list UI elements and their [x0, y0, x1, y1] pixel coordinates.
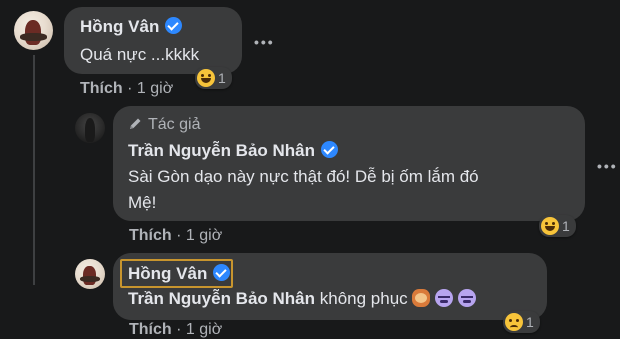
comment-meta: Thích · 1 giờ — [80, 80, 173, 98]
author-badge: Tác giả — [128, 116, 200, 134]
avatar-figure-base — [79, 275, 101, 283]
sad-emoji-icon — [505, 313, 523, 331]
verified-badge-icon — [213, 264, 231, 281]
reaction-count: 1 — [562, 218, 570, 234]
avatar-figure — [84, 118, 96, 142]
comment-text: Quá nực ...kkkk — [80, 45, 200, 64]
dizzy-face-emoji-icon — [457, 289, 476, 307]
avatar-figure-base — [20, 32, 47, 42]
separator: · — [127, 80, 137, 97]
comment-meta: Thích · 1 giờ — [129, 227, 222, 245]
mention-link[interactable]: Trần Nguyễn Bảo Nhân — [128, 289, 315, 308]
reaction-summary[interactable]: 1 — [539, 215, 576, 237]
comment-bubble-2: Tác giả Trần Nguyễn Bảo Nhân Sài Gòn dạo… — [113, 106, 585, 221]
comment-text-body: không phục — [315, 289, 408, 308]
haha-emoji-icon — [197, 69, 215, 87]
more-options-icon[interactable]: ••• — [597, 158, 618, 174]
separator: · — [176, 227, 186, 244]
haha-emoji-icon — [541, 217, 559, 235]
avatar-hong-van[interactable] — [75, 259, 105, 289]
like-button[interactable]: Thích — [129, 227, 172, 244]
comment-text: Sài Gòn dạo này nực thật đó! Dễ bị ốm lắ… — [128, 164, 479, 216]
monkey-face-emoji-icon — [412, 289, 431, 307]
author-name[interactable]: Trần Nguyễn Bảo Nhân — [128, 141, 315, 160]
thread-line — [33, 55, 35, 285]
separator: · — [176, 321, 186, 338]
pencil-icon — [130, 118, 141, 129]
verified-badge-icon — [165, 17, 183, 34]
comment-author[interactable]: Trần Nguyễn Bảo Nhân — [128, 141, 339, 161]
comment-author[interactable]: Hồng Vân — [80, 17, 183, 37]
comment-meta: Thích · 1 giờ — [129, 321, 222, 339]
timestamp[interactable]: 1 giờ — [186, 321, 222, 338]
reaction-count: 1 — [526, 314, 534, 330]
reaction-summary[interactable]: 1 — [195, 67, 232, 89]
timestamp[interactable]: 1 giờ — [186, 227, 222, 244]
like-button[interactable]: Thích — [80, 80, 123, 97]
like-button[interactable]: Thích — [129, 321, 172, 338]
verified-badge-icon — [321, 141, 339, 158]
reaction-summary[interactable]: 1 — [503, 311, 540, 333]
author-name[interactable]: Hồng Vân — [80, 17, 159, 36]
timestamp[interactable]: 1 giờ — [137, 80, 173, 97]
author-name[interactable]: Hồng Vân — [128, 264, 207, 283]
comment-author[interactable]: Hồng Vân — [128, 264, 231, 284]
reaction-count: 1 — [218, 70, 226, 86]
avatar-hong-van[interactable] — [14, 11, 53, 50]
comment-bubble-3: Hồng Vân Trần Nguyễn Bảo Nhân không phục — [113, 253, 547, 320]
comment-text-line-1: Sài Gòn dạo này nực thật đó! Dễ bị ốm lắ… — [128, 167, 479, 186]
comment-text-line-2: Mệ! — [128, 193, 157, 212]
author-badge-label: Tác giả — [148, 116, 201, 133]
comment-bubble-1: Hồng Vân Quá nực ...kkkk — [64, 7, 242, 74]
avatar-tran-nguyen-bao-nhan[interactable] — [75, 113, 105, 143]
more-options-icon[interactable]: ••• — [254, 34, 275, 50]
dizzy-face-emoji-icon — [435, 289, 454, 307]
comment-text: Trần Nguyễn Bảo Nhân không phục — [128, 286, 476, 312]
